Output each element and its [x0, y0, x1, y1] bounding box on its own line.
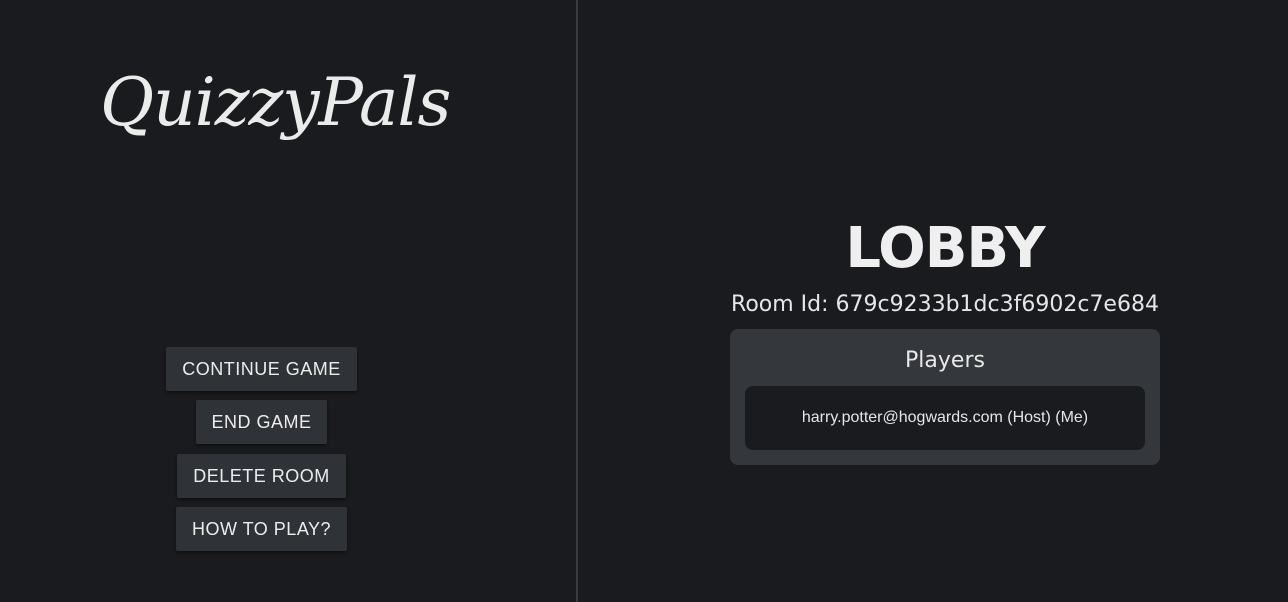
end-game-button[interactable]: END GAME [196, 400, 327, 444]
continue-game-button[interactable]: CONTINUE GAME [166, 347, 357, 391]
players-card: Players harry.potter@hogwards.com (Host)… [730, 329, 1160, 465]
sidebar-panel: QuizzyPals CONTINUE GAME END GAME DELETE… [0, 0, 576, 602]
lobby-panel: LOBBY Room Id: 679c9233b1dc3f6902c7e684 … [578, 0, 1288, 602]
app-logo: QuizzyPals [100, 64, 451, 141]
how-to-play-button[interactable]: HOW TO PLAY? [176, 507, 347, 551]
players-heading: Players [905, 348, 985, 373]
lobby-title: LOBBY [845, 216, 1045, 281]
delete-room-button[interactable]: DELETE ROOM [177, 454, 346, 498]
player-list-item: harry.potter@hogwards.com (Host) (Me) [745, 386, 1145, 450]
room-id-label: Room Id: 679c9233b1dc3f6902c7e684 [731, 292, 1159, 317]
